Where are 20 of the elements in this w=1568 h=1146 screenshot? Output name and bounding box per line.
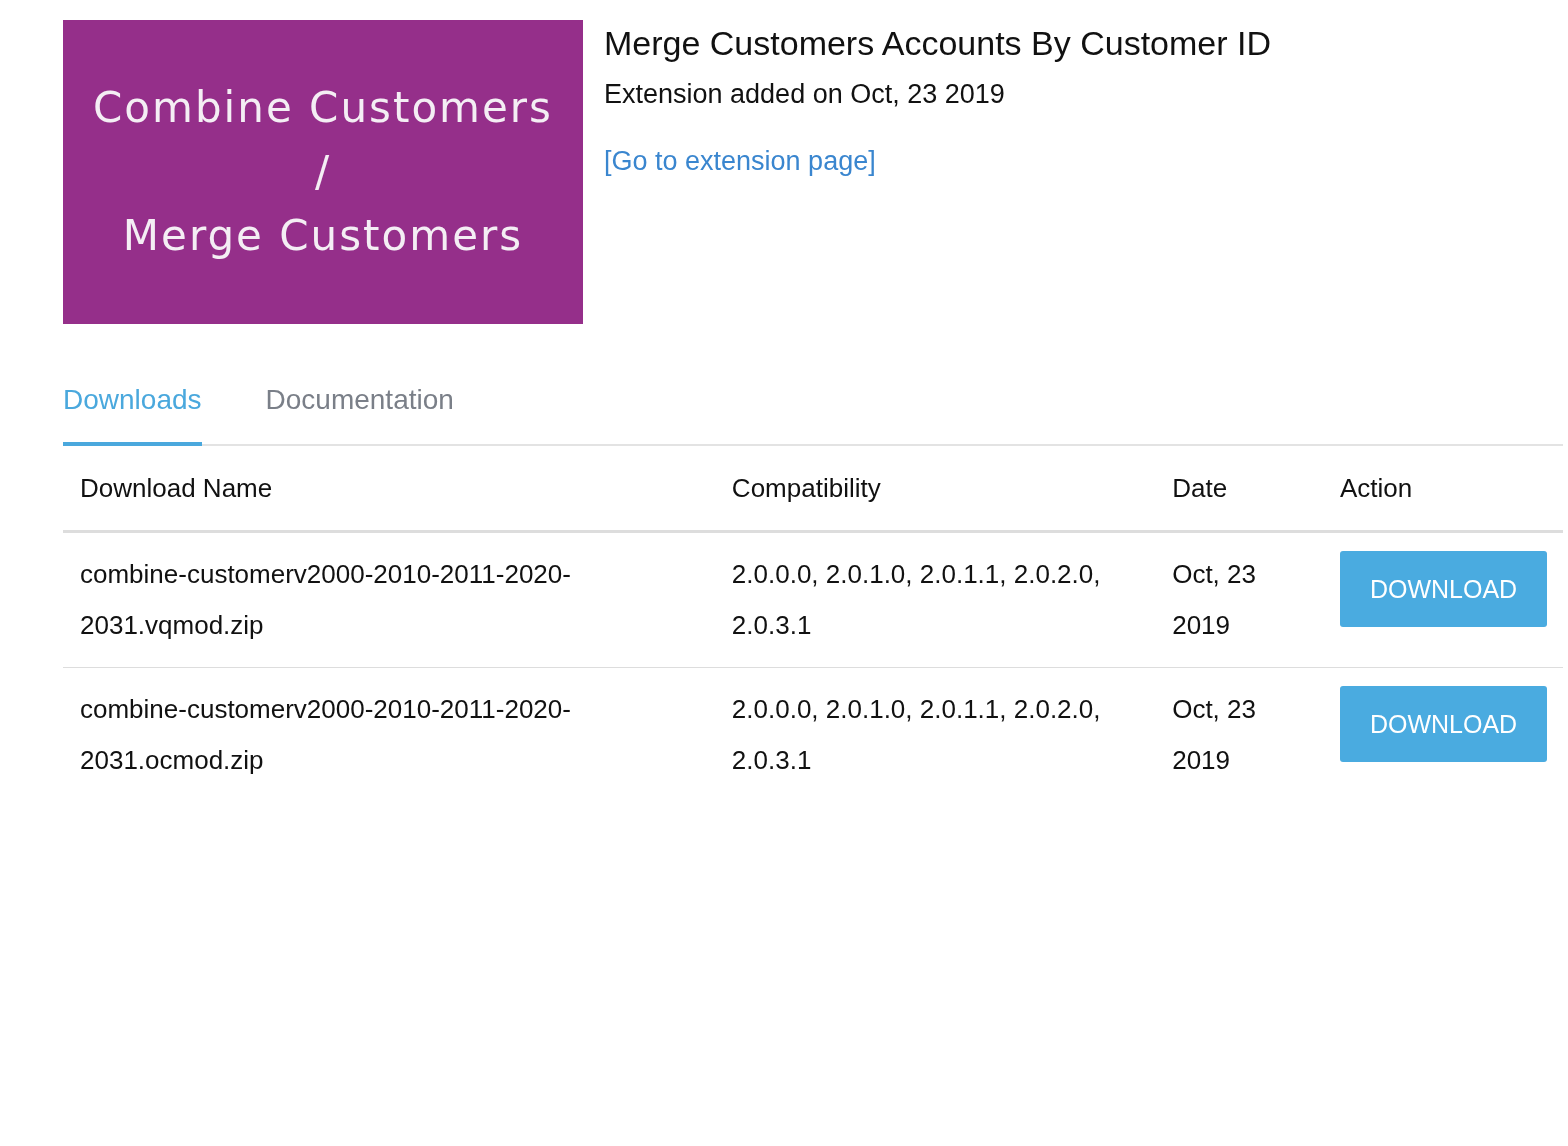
file-name: combine-customerv2000-2010-2011-2020-2031.ocmod.zip: [80, 694, 571, 775]
compatibility-text: 2.0.0.0, 2.0.1.0, 2.0.1.1, 2.0.2.0, 2.0.3.1: [731, 694, 1101, 775]
extension-title: Merge Customers Accounts By Customer ID: [604, 24, 1271, 63]
date-text: Oct, 23 2019: [1172, 558, 1257, 642]
column-header: Action: [1340, 472, 1413, 503]
added-date: Extension added on Oct, 23 2019: [604, 79, 1005, 110]
column-header: Download Name: [80, 472, 273, 503]
banner-text: Merge Customers: [122, 210, 524, 262]
compatibility-text: 2.0.0.0, 2.0.1.0, 2.0.1.1, 2.0.2.0, 2.0.3.1: [731, 559, 1101, 640]
column-header: Date: [1172, 472, 1228, 503]
tab[interactable]: Downloads: [63, 380, 202, 446]
banner-text: /: [314, 146, 332, 198]
column-header: Compatibility: [731, 472, 881, 503]
download-button[interactable]: DOWNLOAD: [1340, 551, 1547, 627]
file-name: combine-customerv2000-2010-2011-2020-2031.vqmod.zip: [80, 559, 571, 640]
download-button[interactable]: DOWNLOAD: [1340, 686, 1547, 762]
banner-text: Combine Customers: [93, 82, 553, 134]
date-text: Oct, 23 2019: [1172, 693, 1257, 777]
tab[interactable]: Documentation: [265, 380, 454, 446]
extension-page-link[interactable]: [Go to extension page]: [604, 146, 876, 177]
